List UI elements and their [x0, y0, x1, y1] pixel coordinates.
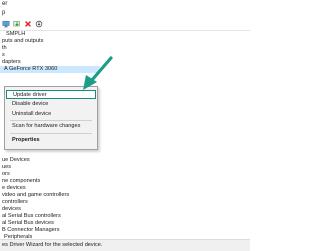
teal-arrow-icon: [83, 56, 113, 90]
status-text: es Driver Wizard for the selected device…: [2, 242, 103, 248]
status-bar: es Driver Wizard for the selected device…: [0, 239, 250, 251]
